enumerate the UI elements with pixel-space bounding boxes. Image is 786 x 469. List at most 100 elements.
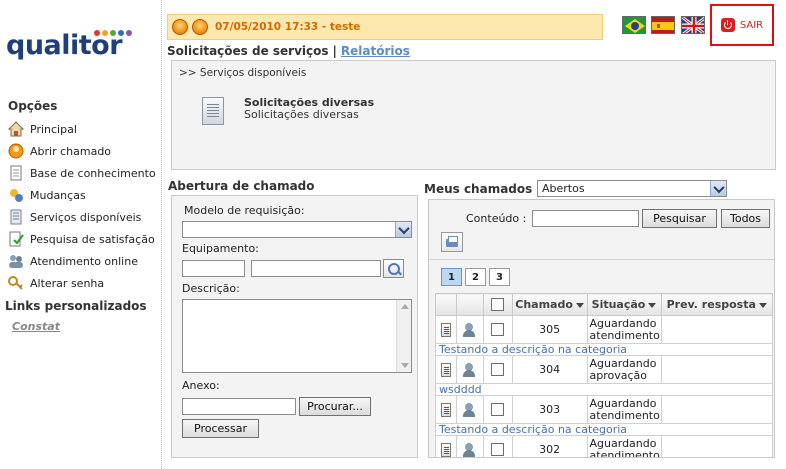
ticket-id[interactable]: 302 — [511, 435, 588, 457]
ticket-details-icon[interactable] — [440, 322, 451, 337]
custom-link-constat[interactable]: Constat — [12, 320, 60, 333]
table-row-description: Testando a descrição na categoria — [435, 423, 773, 436]
ticket-forecast — [660, 355, 773, 384]
ticket-id[interactable]: 303 — [511, 395, 588, 424]
sidebar-item-atendimento-online[interactable]: Atendimento online — [8, 252, 138, 270]
ticket-status: Aguardando atendimento — [586, 435, 662, 457]
my-tickets-panel: Conteúdo : Pesquisar Todos 1 2 3 Chamado… — [428, 199, 775, 458]
sidebar-item-label: Principal — [30, 122, 77, 136]
equipment-name-input[interactable] — [251, 260, 381, 277]
sidebar-item-label: Mudanças — [30, 188, 86, 202]
document-icon — [8, 165, 24, 181]
logo-text: qualitor — [6, 30, 123, 61]
power-icon — [720, 18, 735, 32]
scroll-up-icon[interactable] — [401, 304, 409, 309]
sidebar-item-label: Pesquisa de satisfação — [30, 232, 155, 246]
content-search-label: Conteúdo : — [466, 212, 527, 225]
spain-flag-icon[interactable] — [651, 16, 675, 34]
sidebar-item-principal[interactable]: Principal — [7, 120, 77, 138]
column-chamado[interactable]: Chamado — [511, 293, 588, 316]
ticket-details-icon[interactable] — [440, 402, 451, 417]
sort-icon — [758, 302, 767, 308]
equipment-code-input[interactable] — [182, 260, 245, 277]
support-icon — [172, 19, 188, 35]
description-textarea[interactable] — [182, 299, 412, 373]
options-title: Opções — [8, 99, 58, 113]
column-prev-resposta[interactable]: Prev. resposta — [660, 293, 773, 316]
scrollbar[interactable] — [396, 300, 411, 372]
sidebar-item-label: Atendimento online — [30, 254, 138, 268]
sidebar-item-alterar-senha[interactable]: Alterar senha — [8, 274, 104, 292]
page-3-button[interactable]: 3 — [489, 268, 510, 286]
table-row: 304 Aguardando aprovação — [435, 355, 773, 384]
all-button[interactable]: Todos — [721, 209, 770, 228]
column-situacao[interactable]: Situação — [586, 293, 662, 316]
sidebar-item-label: Serviços disponíveis — [30, 210, 142, 224]
breadcrumb: >> Serviços disponíveis — [179, 67, 307, 79]
sidebar-item-base-conhecimento[interactable]: Base de conhecimento — [8, 164, 156, 182]
table-header-row: Chamado Situação Prev. resposta — [435, 293, 773, 316]
scroll-down-icon[interactable] — [401, 363, 409, 368]
table-row: 305 Aguardando atendimento — [435, 315, 773, 344]
uk-flag-icon[interactable] — [681, 16, 705, 34]
sidebar-item-pesquisa-satisfacao[interactable]: Pesquisa de satisfação — [8, 230, 155, 248]
tab-separator: | — [332, 44, 337, 58]
row-checkbox[interactable] — [491, 443, 505, 457]
ticket-filter-select[interactable]: Abertos — [537, 180, 727, 197]
row-checkbox[interactable] — [491, 363, 505, 377]
ticket-description[interactable]: Testando a descrição na categoria — [435, 343, 773, 356]
row-checkbox[interactable] — [491, 403, 505, 417]
ticket-user-icon[interactable] — [462, 362, 478, 378]
ticket-status: Aguardando atendimento — [586, 315, 662, 344]
ticket-description[interactable]: Testando a descrição na categoria — [435, 423, 773, 436]
my-tickets-title: Meus chamados : — [424, 182, 542, 196]
ticket-user-icon[interactable] — [462, 442, 478, 458]
ticket-id[interactable]: 305 — [511, 315, 588, 344]
tab-bar: Solicitações de serviços | Relatórios — [167, 44, 410, 58]
custom-links-title: Links personalizados — [5, 299, 147, 313]
ticket-description[interactable]: wsdddd — [435, 383, 773, 396]
search-icon[interactable] — [383, 259, 404, 278]
model-select[interactable] — [182, 221, 412, 238]
chevron-down-icon — [710, 181, 726, 196]
print-icon[interactable] — [441, 232, 463, 252]
table-row: 303 Aguardando atendimento — [435, 395, 773, 424]
ticket-status: Aguardando aprovação — [586, 355, 662, 384]
content-search-input[interactable] — [532, 210, 639, 227]
ticket-details-icon[interactable] — [440, 442, 451, 457]
tab-solicitacoes-servicos[interactable]: Solicitações de serviços — [167, 44, 329, 58]
user-info-bar: 07/05/2010 17:33 - teste — [167, 14, 603, 40]
equipment-label: Equipamento: — [182, 242, 259, 255]
tab-relatorios[interactable]: Relatórios — [341, 44, 410, 58]
ticket-id[interactable]: 304 — [511, 355, 588, 384]
user-session-info: 07/05/2010 17:33 - teste — [215, 21, 361, 33]
browse-button[interactable]: Procurar... — [299, 397, 371, 416]
online-support-icon — [8, 253, 24, 269]
page-1-button[interactable]: 1 — [441, 268, 462, 286]
support-icon — [8, 143, 24, 159]
ticket-user-icon[interactable] — [462, 402, 478, 418]
attachment-input[interactable] — [182, 398, 296, 415]
ticket-user-icon[interactable] — [462, 322, 478, 338]
brazil-flag-icon[interactable] — [622, 16, 646, 34]
tickets-table: Chamado Situação Prev. resposta 305 Agua… — [435, 293, 773, 458]
service-document-icon[interactable] — [202, 97, 224, 125]
qualitor-logo: qualitor — [6, 26, 156, 66]
sidebar-item-abrir-chamado[interactable]: Abrir chamado — [8, 142, 111, 160]
process-button[interactable]: Processar — [182, 419, 259, 438]
sidebar-item-mudancas[interactable]: Mudanças — [8, 186, 86, 204]
chevron-down-icon — [395, 222, 411, 237]
page-2-button[interactable]: 2 — [465, 268, 486, 286]
services-icon — [8, 209, 24, 225]
ticket-details-icon[interactable] — [440, 362, 451, 377]
ticket-forecast — [660, 315, 773, 344]
home-icon — [7, 121, 25, 137]
sidebar-item-servicos-disponiveis[interactable]: Serviços disponíveis — [8, 208, 141, 226]
logout-button[interactable]: SAIR — [710, 4, 774, 46]
sort-icon — [575, 302, 584, 308]
description-label: Descrição: — [182, 282, 240, 295]
ticket-forecast — [660, 435, 773, 457]
select-all-checkbox[interactable] — [491, 298, 505, 312]
row-checkbox[interactable] — [491, 323, 505, 337]
search-button[interactable]: Pesquisar — [642, 209, 717, 228]
